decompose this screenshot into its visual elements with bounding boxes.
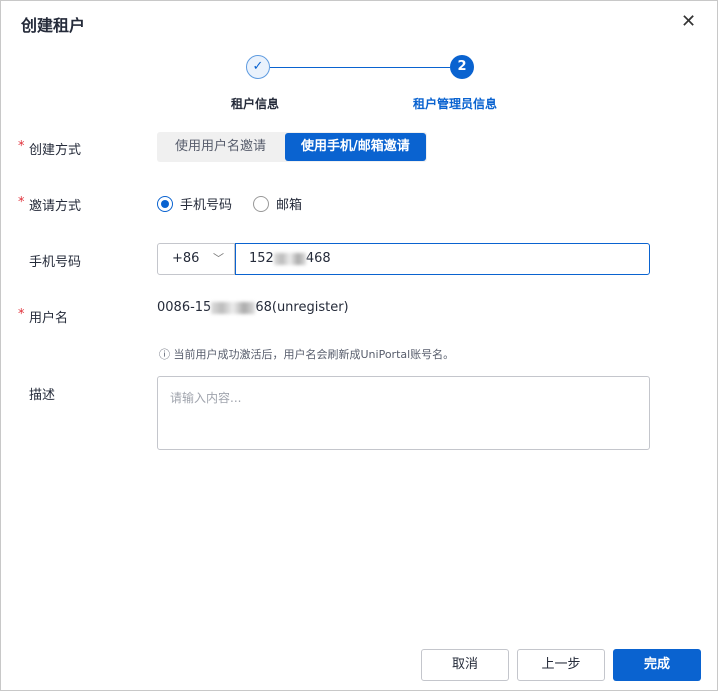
invite-by-phone-email-option[interactable]: 使用手机/邮箱邀请 [285, 133, 426, 161]
chevron-down-icon: ﹀ [213, 252, 224, 265]
dialog-title: 创建租户 [21, 16, 86, 35]
username-label: 用户名 [18, 307, 68, 326]
step-1-check-icon: ✓ [246, 55, 270, 79]
previous-step-button[interactable]: 上一步 [517, 649, 605, 681]
cancel-button[interactable]: 取消 [421, 649, 509, 681]
close-icon[interactable]: ✕ [681, 11, 696, 32]
radio-phone-label: 手机号码 [180, 198, 233, 213]
radio-email[interactable]: 邮箱 [253, 194, 302, 213]
username-hint: ⓘ 当前用户成功激活后，用户名会刷新成UniPortal账号名。 [159, 346, 454, 362]
phone-prefix: 152 [249, 251, 274, 266]
username-suffix: 68(unregister) [255, 300, 349, 315]
radio-email-label: 邮箱 [276, 198, 303, 213]
country-code-select[interactable]: +86 ﹀ [157, 243, 235, 275]
step-2-label: 租户管理员信息 [413, 97, 498, 111]
step-connector [270, 67, 450, 68]
invite-method-label: 邀请方式 [18, 195, 81, 214]
phone-suffix: 468 [305, 251, 331, 266]
invite-by-username-option[interactable]: 使用用户名邀请 [157, 132, 284, 162]
phone-label: 手机号码 [29, 255, 82, 270]
description-textarea[interactable]: 请输入内容... [157, 376, 650, 450]
radio-checked-icon [157, 195, 173, 212]
create-method-segmented: 使用用户名邀请 使用手机/邮箱邀请 [157, 132, 427, 162]
hint-text: 当前用户成功激活后，用户名会刷新成UniPortal账号名。 [173, 348, 455, 361]
create-method-label: 创建方式 [18, 139, 81, 158]
username-prefix: 0086-15 [157, 300, 212, 315]
finish-button[interactable]: 完成 [613, 649, 701, 681]
blurred-digits [211, 301, 256, 314]
step-2-number: 2 [450, 55, 474, 79]
username-value: 0086-15 68(unregister) [157, 300, 349, 315]
radio-phone[interactable]: 手机号码 [157, 194, 232, 213]
step-1-label: 租户信息 [231, 97, 280, 111]
create-tenant-dialog: 创建租户 ✕ ✓ 2 租户信息 租户管理员信息 创建方式 使用用户名邀请 使用手… [0, 0, 718, 691]
description-label: 描述 [29, 388, 56, 403]
country-code-value: +86 [172, 251, 200, 266]
info-icon: ⓘ [159, 348, 174, 361]
blurred-digits [273, 252, 306, 265]
radio-unchecked-icon [253, 195, 269, 212]
phone-input[interactable]: 152 468 [235, 243, 650, 275]
